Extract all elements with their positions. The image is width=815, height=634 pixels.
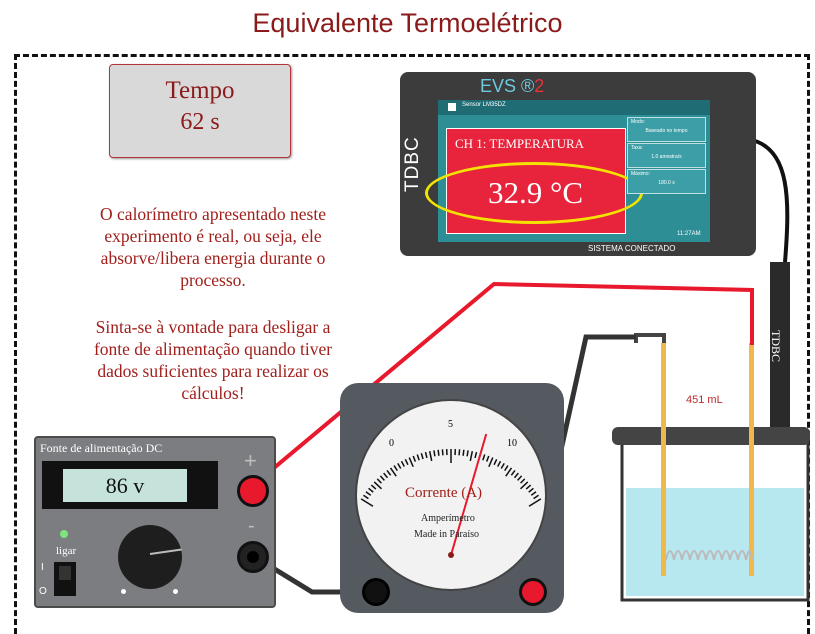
param-max: Máximo: 180.0 s bbox=[627, 169, 706, 194]
scale-tick bbox=[529, 499, 541, 506]
minus-sign: - bbox=[248, 515, 255, 538]
negative-terminal[interactable] bbox=[237, 541, 269, 573]
ammeter-label: Corrente (A) bbox=[405, 485, 482, 502]
scale-tick bbox=[363, 495, 368, 498]
probe-sublabel: Temperatura bbox=[763, 330, 768, 362]
ammeter-subtitle-2: Made in Paraíso bbox=[414, 529, 479, 540]
scale-tick bbox=[494, 459, 497, 464]
needle-pivot bbox=[448, 552, 454, 558]
param-label: Máximo: bbox=[631, 171, 650, 177]
beaker-volume: 451 mL bbox=[686, 394, 723, 406]
reading-highlight bbox=[425, 162, 643, 224]
scale-tick bbox=[361, 499, 373, 506]
power-supply-label: Fonte de alimentação DC bbox=[40, 441, 162, 456]
evs-brand-text: EVS ® bbox=[480, 76, 534, 96]
scale-tick bbox=[521, 479, 525, 483]
scale-tick bbox=[498, 461, 501, 466]
evs-brand-number: 2 bbox=[534, 76, 544, 96]
scale-tick bbox=[371, 485, 376, 489]
electrode-left bbox=[661, 343, 666, 576]
scale-tick bbox=[487, 456, 489, 462]
scale-tick bbox=[467, 450, 468, 456]
scale-tick bbox=[501, 463, 504, 468]
probe-cable bbox=[752, 140, 787, 262]
scale-tick bbox=[380, 476, 384, 480]
scale-tick bbox=[391, 468, 397, 476]
scale-tick bbox=[463, 450, 464, 456]
scale-tick bbox=[489, 458, 493, 467]
scale-tick bbox=[483, 455, 485, 461]
param-mode: Modo: Baseado no tempo bbox=[627, 117, 706, 142]
scale-tick bbox=[430, 451, 432, 461]
switch-off-mark: O bbox=[39, 586, 47, 597]
probe-label-text: TDBC bbox=[769, 330, 783, 362]
scale-tick bbox=[413, 456, 415, 462]
screen-clock: 11:27AM bbox=[677, 231, 701, 237]
ammeter-subtitle-1: Amperímetro bbox=[421, 513, 475, 524]
channel-title: CH 1: TEMPERATURA bbox=[455, 136, 584, 152]
scale-tick bbox=[505, 466, 508, 471]
positive-terminal[interactable] bbox=[237, 475, 269, 507]
dial-max-dot bbox=[173, 589, 178, 594]
scale-tick bbox=[398, 463, 401, 468]
beaker-water bbox=[626, 488, 804, 596]
power-switch[interactable] bbox=[54, 562, 76, 596]
scale-tick bbox=[421, 453, 423, 459]
plus-sign: + bbox=[244, 448, 257, 474]
param-rate: Taxa: 1.0 amostra/s bbox=[627, 143, 706, 168]
scale-tick bbox=[401, 461, 404, 466]
scale-tick bbox=[369, 488, 374, 492]
voltage-dial[interactable] bbox=[118, 525, 182, 589]
switch-rocker bbox=[59, 566, 71, 580]
scale-tick bbox=[506, 468, 512, 476]
scale-label-5: 5 bbox=[448, 419, 453, 430]
param-label: Taxa: bbox=[631, 145, 643, 151]
electrode-right bbox=[749, 343, 754, 576]
scale-tick bbox=[511, 470, 515, 475]
scale-tick bbox=[366, 492, 371, 496]
scale-tick bbox=[531, 492, 536, 496]
evs-brand: EVS ®2 bbox=[480, 76, 544, 97]
scale-tick bbox=[534, 495, 539, 498]
power-switch-label: ligar bbox=[56, 545, 76, 557]
scale-tick bbox=[470, 451, 472, 461]
ammeter-positive-terminal[interactable] bbox=[519, 578, 547, 606]
param-value: 1.0 amostra/s bbox=[628, 154, 705, 160]
scale-tick bbox=[405, 459, 408, 464]
scale-tick bbox=[529, 488, 534, 492]
param-label: Modo: bbox=[631, 119, 645, 125]
system-status: SISTEMA CONECTADO bbox=[588, 244, 675, 253]
param-value: 180.0 s bbox=[628, 180, 705, 186]
scale-tick bbox=[526, 485, 531, 489]
voltage-display: 86 v bbox=[63, 469, 187, 502]
scale-label-10: 10 bbox=[507, 438, 517, 449]
scale-label-0: 0 bbox=[389, 438, 394, 449]
scale-tick bbox=[425, 452, 426, 458]
beaker-lid bbox=[612, 427, 810, 445]
scale-tick bbox=[417, 455, 419, 461]
scale-tick bbox=[475, 452, 476, 458]
param-value: Baseado no tempo bbox=[628, 128, 705, 134]
dial-indicator bbox=[150, 549, 182, 555]
ammeter-negative-terminal[interactable] bbox=[362, 578, 390, 606]
switch-on-mark: I bbox=[41, 562, 44, 573]
evs-side-label: TDBC bbox=[402, 136, 424, 192]
scale-tick bbox=[434, 450, 435, 456]
scale-tick bbox=[377, 479, 381, 483]
dial-min-dot bbox=[121, 589, 126, 594]
scale-tick bbox=[438, 450, 439, 456]
scale-tick bbox=[394, 466, 397, 471]
scale-tick bbox=[387, 470, 391, 475]
scale-tick bbox=[384, 473, 388, 478]
probe-label: TDBC Temperatura bbox=[763, 330, 783, 362]
power-led bbox=[60, 530, 68, 538]
scale-tick bbox=[409, 458, 413, 467]
scale-tick bbox=[518, 476, 522, 480]
scale-tick bbox=[515, 473, 519, 478]
sensor-label: Sensor LM35DZ bbox=[462, 102, 506, 108]
sensor-checkbox[interactable] bbox=[448, 103, 456, 111]
